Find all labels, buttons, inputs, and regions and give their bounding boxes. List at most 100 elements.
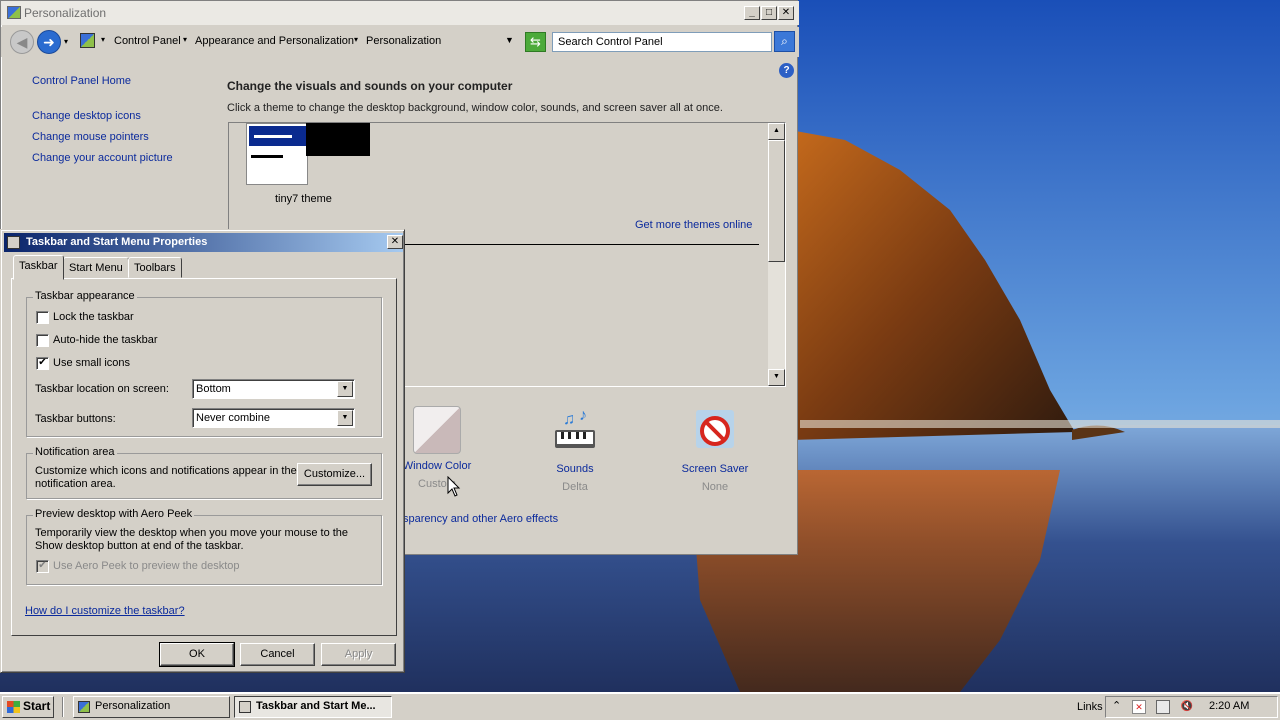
svg-text:♫: ♫ bbox=[563, 411, 575, 428]
help-icon[interactable]: ? bbox=[779, 63, 794, 78]
clock[interactable]: 2:20 AM bbox=[1209, 700, 1249, 712]
mouse-cursor-icon bbox=[447, 476, 461, 497]
taskbar-item-label: Taskbar and Start Me... bbox=[256, 700, 376, 712]
breadcrumb[interactable]: ▾ Control Panel ▾ Appearance and Persona… bbox=[75, 32, 521, 52]
screen-saver-tile[interactable]: Screen Saver None bbox=[665, 406, 765, 493]
auto-hide-checkbox[interactable] bbox=[36, 334, 49, 347]
action-center-icon[interactable]: ✕ bbox=[1132, 700, 1146, 714]
taskbar-item-label: Personalization bbox=[95, 700, 171, 712]
chevron-down-icon[interactable]: ▼ bbox=[337, 381, 353, 397]
search-input[interactable]: Search Control Panel bbox=[552, 32, 772, 52]
notification-description: Customize which icons and notifications … bbox=[35, 465, 297, 490]
scroll-thumb[interactable] bbox=[768, 140, 785, 262]
breadcrumb-appearance[interactable]: Appearance and Personalization bbox=[195, 35, 354, 47]
sounds-icon: ♫ ♪ bbox=[555, 407, 595, 448]
cancel-button[interactable]: Cancel bbox=[240, 643, 315, 666]
taskbar-appearance-group: Taskbar appearance Lock the taskbar Auto… bbox=[26, 290, 382, 437]
network-icon[interactable] bbox=[1156, 700, 1170, 714]
small-icons-label[interactable]: Use small icons bbox=[53, 357, 130, 369]
page-title: Change the visuals and sounds on your co… bbox=[227, 79, 513, 93]
taskbar-item-taskbar-properties[interactable]: Taskbar and Start Me... bbox=[234, 696, 392, 718]
control-panel-icon bbox=[7, 6, 21, 19]
dialog-titlebar[interactable]: Taskbar and Start Menu Properties ✕ bbox=[4, 233, 403, 252]
scroll-up-icon[interactable]: ▲ bbox=[768, 123, 785, 140]
control-panel-home-link[interactable]: Control Panel Home bbox=[32, 75, 131, 87]
close-button[interactable]: ✕ bbox=[778, 6, 794, 20]
tab-start-menu[interactable]: Start Menu bbox=[63, 257, 129, 278]
links-toolbar[interactable]: Links bbox=[1077, 701, 1103, 713]
theme-preview-background bbox=[306, 123, 370, 156]
taskbar-location-select[interactable]: Bottom ▼ bbox=[192, 379, 355, 399]
address-bar: ◀ ➜ ▾ ▾ Control Panel ▾ Appearance and P… bbox=[1, 27, 799, 57]
taskbar-properties-icon bbox=[7, 236, 20, 249]
tab-toolbars[interactable]: Toolbars bbox=[128, 257, 182, 278]
close-icon[interactable]: ✕ bbox=[387, 235, 403, 249]
taskbar: Start Personalization Taskbar and Start … bbox=[0, 692, 1280, 720]
window-titlebar[interactable]: Personalization _ □ ✕ bbox=[1, 1, 799, 25]
sounds-label[interactable]: Sounds bbox=[525, 463, 625, 475]
aero-peek-label[interactable]: Use Aero Peek to preview the desktop bbox=[53, 560, 240, 572]
auto-hide-label[interactable]: Auto-hide the taskbar bbox=[53, 334, 158, 346]
ok-button[interactable]: OK bbox=[159, 642, 235, 667]
lock-taskbar-label[interactable]: Lock the taskbar bbox=[53, 311, 134, 323]
minimize-button[interactable]: _ bbox=[744, 6, 760, 20]
breadcrumb-control-panel[interactable]: Control Panel bbox=[114, 35, 181, 47]
breadcrumb-personalization[interactable]: Personalization bbox=[366, 35, 441, 47]
back-arrow-icon[interactable]: ◀ bbox=[10, 30, 34, 54]
taskbar-buttons-select[interactable]: Never combine ▼ bbox=[192, 408, 355, 428]
chevron-down-icon[interactable]: ▾ bbox=[183, 35, 187, 44]
chevron-down-icon[interactable]: ▾ bbox=[101, 35, 105, 44]
change-account-picture-link[interactable]: Change your account picture bbox=[32, 152, 173, 164]
small-icons-checkbox[interactable]: ✔ bbox=[36, 357, 49, 370]
lock-taskbar-checkbox[interactable] bbox=[36, 311, 49, 324]
start-label: Start bbox=[23, 699, 51, 713]
change-desktop-icons-link[interactable]: Change desktop icons bbox=[32, 110, 141, 122]
tab-taskbar[interactable]: Taskbar bbox=[13, 255, 64, 280]
taskbar-location-value: Bottom bbox=[196, 383, 231, 395]
screen-saver-label[interactable]: Screen Saver bbox=[665, 463, 765, 475]
theme-name[interactable]: tiny7 theme bbox=[275, 193, 332, 205]
page-subtitle: Click a theme to change the desktop back… bbox=[227, 102, 723, 114]
aero-peek-group: Preview desktop with Aero Peek Temporari… bbox=[26, 508, 382, 585]
svg-text:♪: ♪ bbox=[579, 407, 587, 424]
group-title: Notification area bbox=[33, 446, 117, 458]
sounds-value: Delta bbox=[562, 481, 588, 493]
screen-saver-icon bbox=[696, 410, 734, 448]
chevron-down-icon[interactable]: ▼ bbox=[337, 410, 353, 426]
control-panel-icon bbox=[80, 33, 95, 48]
apply-button[interactable]: Apply bbox=[321, 643, 396, 666]
theme-scrollbar[interactable]: ▲ ▼ bbox=[768, 123, 785, 386]
address-dropdown-icon[interactable]: ▼ bbox=[505, 35, 514, 45]
scroll-down-icon[interactable]: ▼ bbox=[768, 369, 785, 386]
screen-saver-value: None bbox=[701, 481, 729, 493]
chevron-down-icon[interactable]: ▾ bbox=[354, 35, 358, 44]
location-label: Taskbar location on screen: bbox=[35, 383, 169, 395]
window-title: Personalization bbox=[24, 6, 107, 20]
group-title: Preview desktop with Aero Peek bbox=[33, 508, 195, 520]
sounds-tile[interactable]: ♫ ♪ Sounds Delta bbox=[525, 406, 625, 493]
get-more-themes-link[interactable]: Get more themes online bbox=[635, 219, 752, 231]
show-hidden-icons-icon[interactable]: ⌃ bbox=[1112, 699, 1121, 712]
aero-peek-description: Temporarily view the desktop when you mo… bbox=[35, 527, 349, 552]
taskbar-tab-page: Taskbar appearance Lock the taskbar Auto… bbox=[11, 278, 397, 636]
search-icon[interactable]: ⌕ bbox=[774, 31, 795, 52]
taskbar-separator bbox=[62, 697, 64, 717]
window-color-icon bbox=[413, 406, 461, 454]
refresh-icon[interactable]: ⇆ bbox=[525, 32, 546, 52]
change-mouse-pointers-link[interactable]: Change mouse pointers bbox=[32, 131, 149, 143]
customize-button[interactable]: Customize... bbox=[297, 463, 372, 486]
theme-preview-tiny7[interactable] bbox=[246, 123, 308, 185]
recent-pages-chevron-icon[interactable]: ▾ bbox=[64, 37, 68, 46]
group-title: Taskbar appearance bbox=[33, 290, 137, 302]
windows-logo-icon bbox=[7, 701, 20, 713]
maximize-button[interactable]: □ bbox=[761, 6, 777, 20]
forward-arrow-icon[interactable]: ➜ bbox=[37, 30, 61, 54]
taskbar-buttons-value: Never combine bbox=[196, 412, 270, 424]
customize-help-link[interactable]: How do I customize the taskbar? bbox=[25, 605, 185, 617]
aero-peek-checkbox[interactable]: ✔ bbox=[36, 560, 49, 573]
buttons-label: Taskbar buttons: bbox=[35, 413, 116, 425]
taskbar-item-personalization[interactable]: Personalization bbox=[73, 696, 230, 718]
start-button[interactable]: Start bbox=[2, 696, 54, 718]
aero-effects-link[interactable]: sparency and other Aero effects bbox=[403, 513, 558, 525]
volume-muted-icon[interactable]: 🔇 bbox=[1180, 700, 1194, 714]
